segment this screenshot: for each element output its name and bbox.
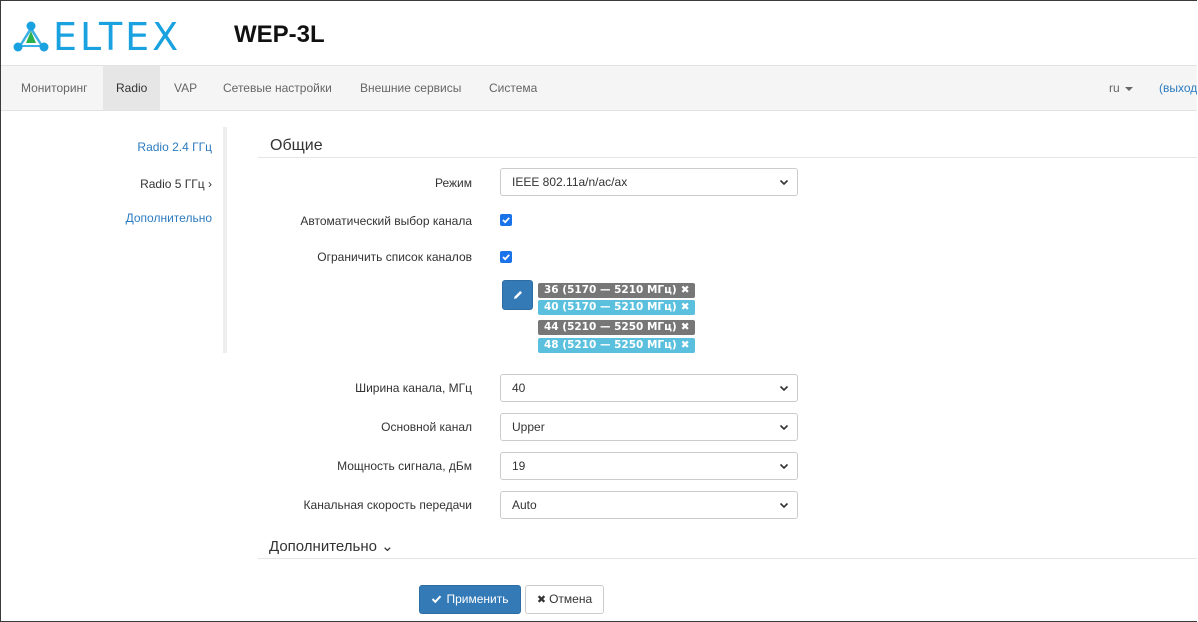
chevron-down-icon (779, 179, 789, 186)
mode-value: IEEE 802.11a/n/ac/ax (512, 175, 628, 189)
channel-width-value: 40 (512, 381, 526, 395)
rate-label: Канальная скорость передачи (303, 498, 472, 512)
check-icon (432, 595, 442, 604)
chevron-down-icon (779, 385, 789, 392)
channel-tag: 44 (5210 — 5250 МГц) ✖ (538, 320, 695, 335)
check-icon (502, 217, 510, 224)
tx-power-value: 19 (512, 459, 526, 473)
section-title-general: Общие (270, 137, 323, 154)
apply-button[interactable]: Применить (419, 585, 521, 614)
chevron-down-icon (779, 463, 789, 470)
logout-link[interactable]: (выход (1159, 66, 1197, 110)
mode-select[interactable]: IEEE 802.11a/n/ac/ax (500, 168, 798, 196)
channel-tag-label: 40 (5170 — 5210 МГц) (544, 301, 677, 313)
language-label: ru (1109, 81, 1120, 95)
nav-monitoring[interactable]: Мониторинг (11, 66, 98, 110)
nav-radio[interactable]: Radio (103, 66, 161, 110)
primary-channel-label: Основной канал (381, 420, 472, 434)
sidebar-item-radio-24[interactable]: Radio 2.4 ГГц (137, 140, 212, 154)
edit-channels-button[interactable] (502, 280, 533, 310)
channel-tag: 48 (5210 — 5250 МГц) ✖ (538, 338, 695, 353)
sidebar-item-advanced[interactable]: Дополнительно (126, 211, 212, 225)
language-dropdown[interactable]: ru (1109, 66, 1133, 110)
section-divider (258, 558, 1197, 559)
remove-icon[interactable]: ✖ (681, 321, 690, 333)
mode-label: Режим (435, 176, 472, 190)
check-icon (502, 254, 510, 261)
channel-tag: 40 (5170 — 5210 МГц) ✖ (538, 300, 695, 315)
auto-channel-checkbox[interactable] (500, 214, 512, 226)
pencil-icon (514, 291, 522, 299)
channel-width-select[interactable]: 40 (500, 374, 798, 402)
remove-icon[interactable]: ✖ (681, 339, 690, 351)
chevron-down-icon (779, 424, 789, 431)
limit-channels-label: Ограничить список каналов (317, 250, 472, 264)
nav-network-settings[interactable]: Сетевые настройки (213, 66, 342, 110)
rate-value: Auto (512, 498, 537, 512)
caret-down-icon (1124, 86, 1133, 91)
header: ELTEX WEP-3L (1, 1, 1197, 65)
advanced-section-toggle[interactable]: Дополнительно ⌄ (269, 537, 394, 555)
device-model: WEP-3L (234, 21, 325, 48)
sidebar-divider (223, 127, 227, 353)
tx-power-select[interactable]: 19 (500, 452, 798, 480)
remove-icon[interactable]: ✖ (681, 301, 690, 313)
channel-tag-label: 44 (5210 — 5250 МГц) (544, 321, 677, 333)
eltex-logo-icon (13, 21, 49, 52)
primary-channel-select[interactable]: Upper (500, 413, 798, 441)
app-window: ELTEX WEP-3L Мониторинг Radio VAP Сетевы… (0, 0, 1197, 622)
chevron-down-icon (779, 502, 789, 509)
auto-channel-label: Автоматический выбор канала (300, 214, 472, 228)
nav-vap[interactable]: VAP (164, 66, 207, 110)
logo: ELTEX (13, 18, 181, 56)
sidebar-item-radio-5[interactable]: Radio 5 ГГц › (140, 177, 212, 191)
channel-tag-label: 36 (5170 — 5210 МГц) (544, 284, 677, 296)
limit-channels-checkbox[interactable] (500, 251, 512, 263)
main-navbar: Мониторинг Radio VAP Сетевые настройки В… (1, 65, 1197, 111)
channel-width-label: Ширина канала, МГц (355, 381, 472, 395)
primary-channel-value: Upper (512, 420, 545, 434)
section-divider (258, 157, 1197, 158)
apply-button-label: Применить (446, 592, 509, 606)
cancel-button-label: Отмена (549, 592, 593, 606)
channel-tag-label: 48 (5210 — 5250 МГц) (544, 339, 677, 351)
remove-icon[interactable]: ✖ (681, 284, 690, 296)
nav-external-services[interactable]: Внешние сервисы (350, 66, 471, 110)
nav-system[interactable]: Система (479, 66, 547, 110)
channel-tag: 36 (5170 — 5210 МГц) ✖ (538, 283, 695, 298)
rate-select[interactable]: Auto (500, 491, 798, 519)
cancel-button[interactable]: ✖ Отмена (525, 585, 604, 614)
close-icon: ✖ (536, 594, 547, 606)
logo-text: ELTEX (53, 15, 182, 59)
tx-power-label: Мощность сигнала, дБм (337, 459, 472, 473)
